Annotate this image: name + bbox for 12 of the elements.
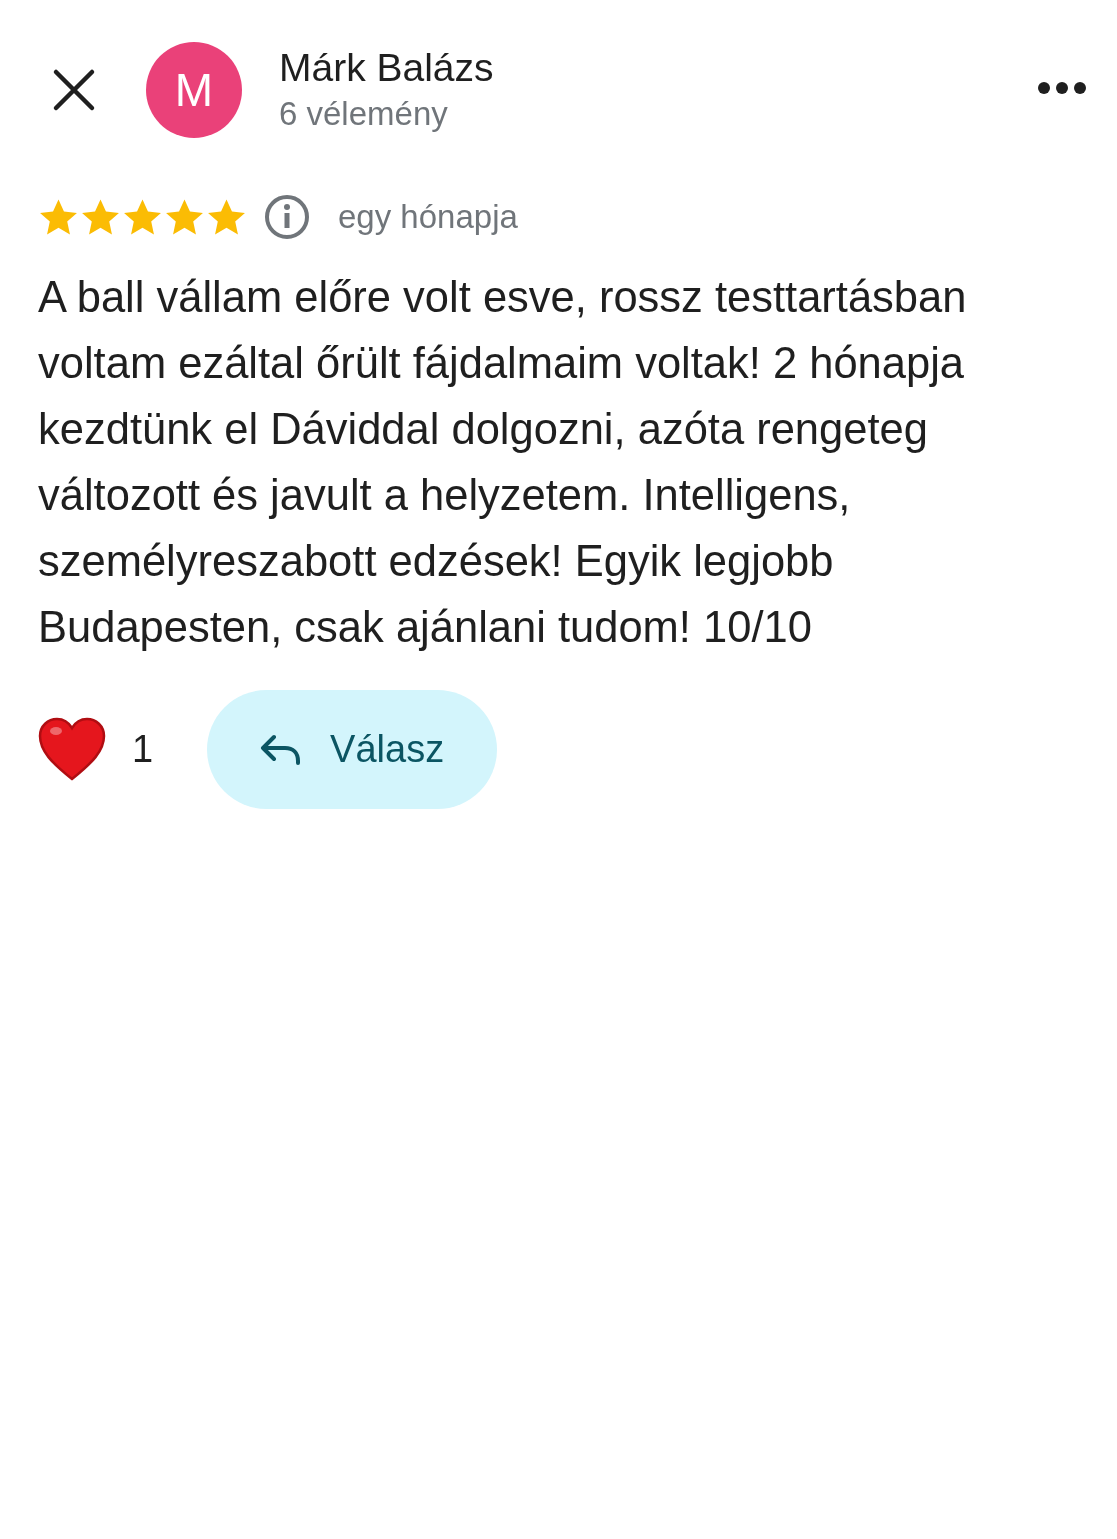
info-icon[interactable] (264, 194, 310, 240)
like-count: 1 (132, 728, 154, 771)
review-count: 6 vélemény (279, 94, 449, 134)
heart-icon (38, 716, 106, 783)
review-text: A ball vállam előre volt esve, rossz testtartásban voltam ezáltal őrült fájdalmaim voltak! 2 hónapja kezdtünk el Dáviddal dolgozni, azóta rengeteg változott és javult a helyzetem. Intelligens, személyreszabott edzések! Egyik legjobb Budapesten, csak ajánlani tudom! 10/10 (38, 272, 968, 653)
review-date: egy hónapja (338, 198, 518, 236)
more-icon (1037, 81, 1087, 95)
like-button[interactable] (38, 716, 106, 783)
reply-button[interactable]: Válasz (207, 690, 498, 809)
avatar: M (146, 42, 242, 138)
reviewer-name: Márk Balázs (279, 45, 495, 91)
close-icon (52, 68, 96, 112)
